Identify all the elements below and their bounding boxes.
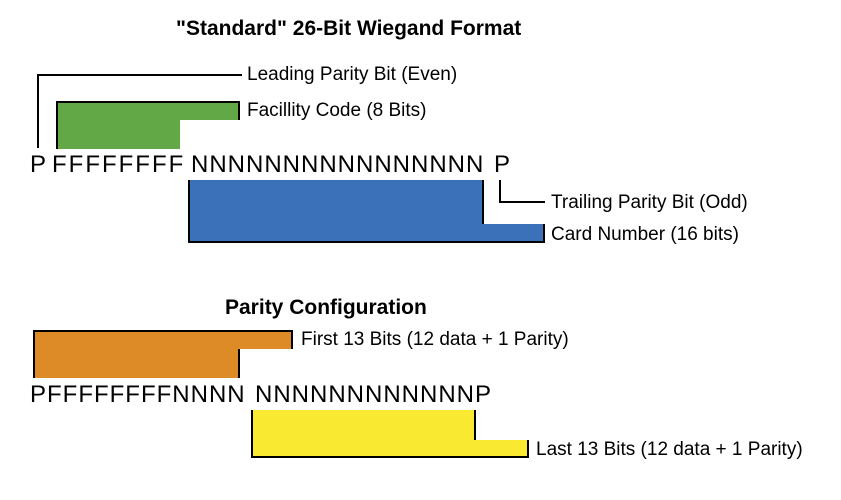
bit-facility: FFFFFFFF bbox=[52, 151, 185, 179]
section1-title: "Standard" 26-Bit Wiegand Format bbox=[176, 17, 521, 41]
bit-second-half: NNNNNNNNNNNNP bbox=[255, 381, 492, 409]
facility-code-label: Facillity Code (8 Bits) bbox=[247, 100, 427, 122]
bit-p2: P bbox=[494, 151, 510, 179]
bit-card: NNNNNNNNNNNNNNNN bbox=[191, 151, 484, 179]
first13-box-main bbox=[33, 330, 240, 378]
section2-title: Parity Configuration bbox=[225, 296, 427, 320]
last13-label: Last 13 Bits (12 data + 1 Parity) bbox=[536, 439, 803, 461]
last13-box-main bbox=[251, 410, 476, 458]
card-number-label: Card Number (16 bits) bbox=[551, 224, 739, 246]
facility-code-box-left bbox=[56, 101, 180, 149]
trailing-parity-arm bbox=[499, 201, 545, 203]
card-number-box-main bbox=[188, 180, 484, 243]
first13-box-step bbox=[238, 330, 293, 349]
bit-p1: P bbox=[30, 151, 46, 179]
bit-first-half: PFFFFFFFFNNNN bbox=[30, 381, 246, 409]
leading-parity-label: Leading Parity Bit (Even) bbox=[247, 64, 457, 86]
card-number-box-step bbox=[482, 224, 545, 243]
first13-label: First 13 Bits (12 data + 1 Parity) bbox=[301, 329, 569, 351]
trailing-parity-label: Trailing Parity Bit (Odd) bbox=[551, 192, 748, 214]
leading-parity-stem bbox=[37, 90, 39, 148]
leading-parity-bracket bbox=[37, 74, 242, 92]
last13-box-step bbox=[474, 440, 529, 458]
trailing-parity-stem bbox=[499, 180, 501, 203]
facility-code-box-step bbox=[178, 101, 240, 120]
